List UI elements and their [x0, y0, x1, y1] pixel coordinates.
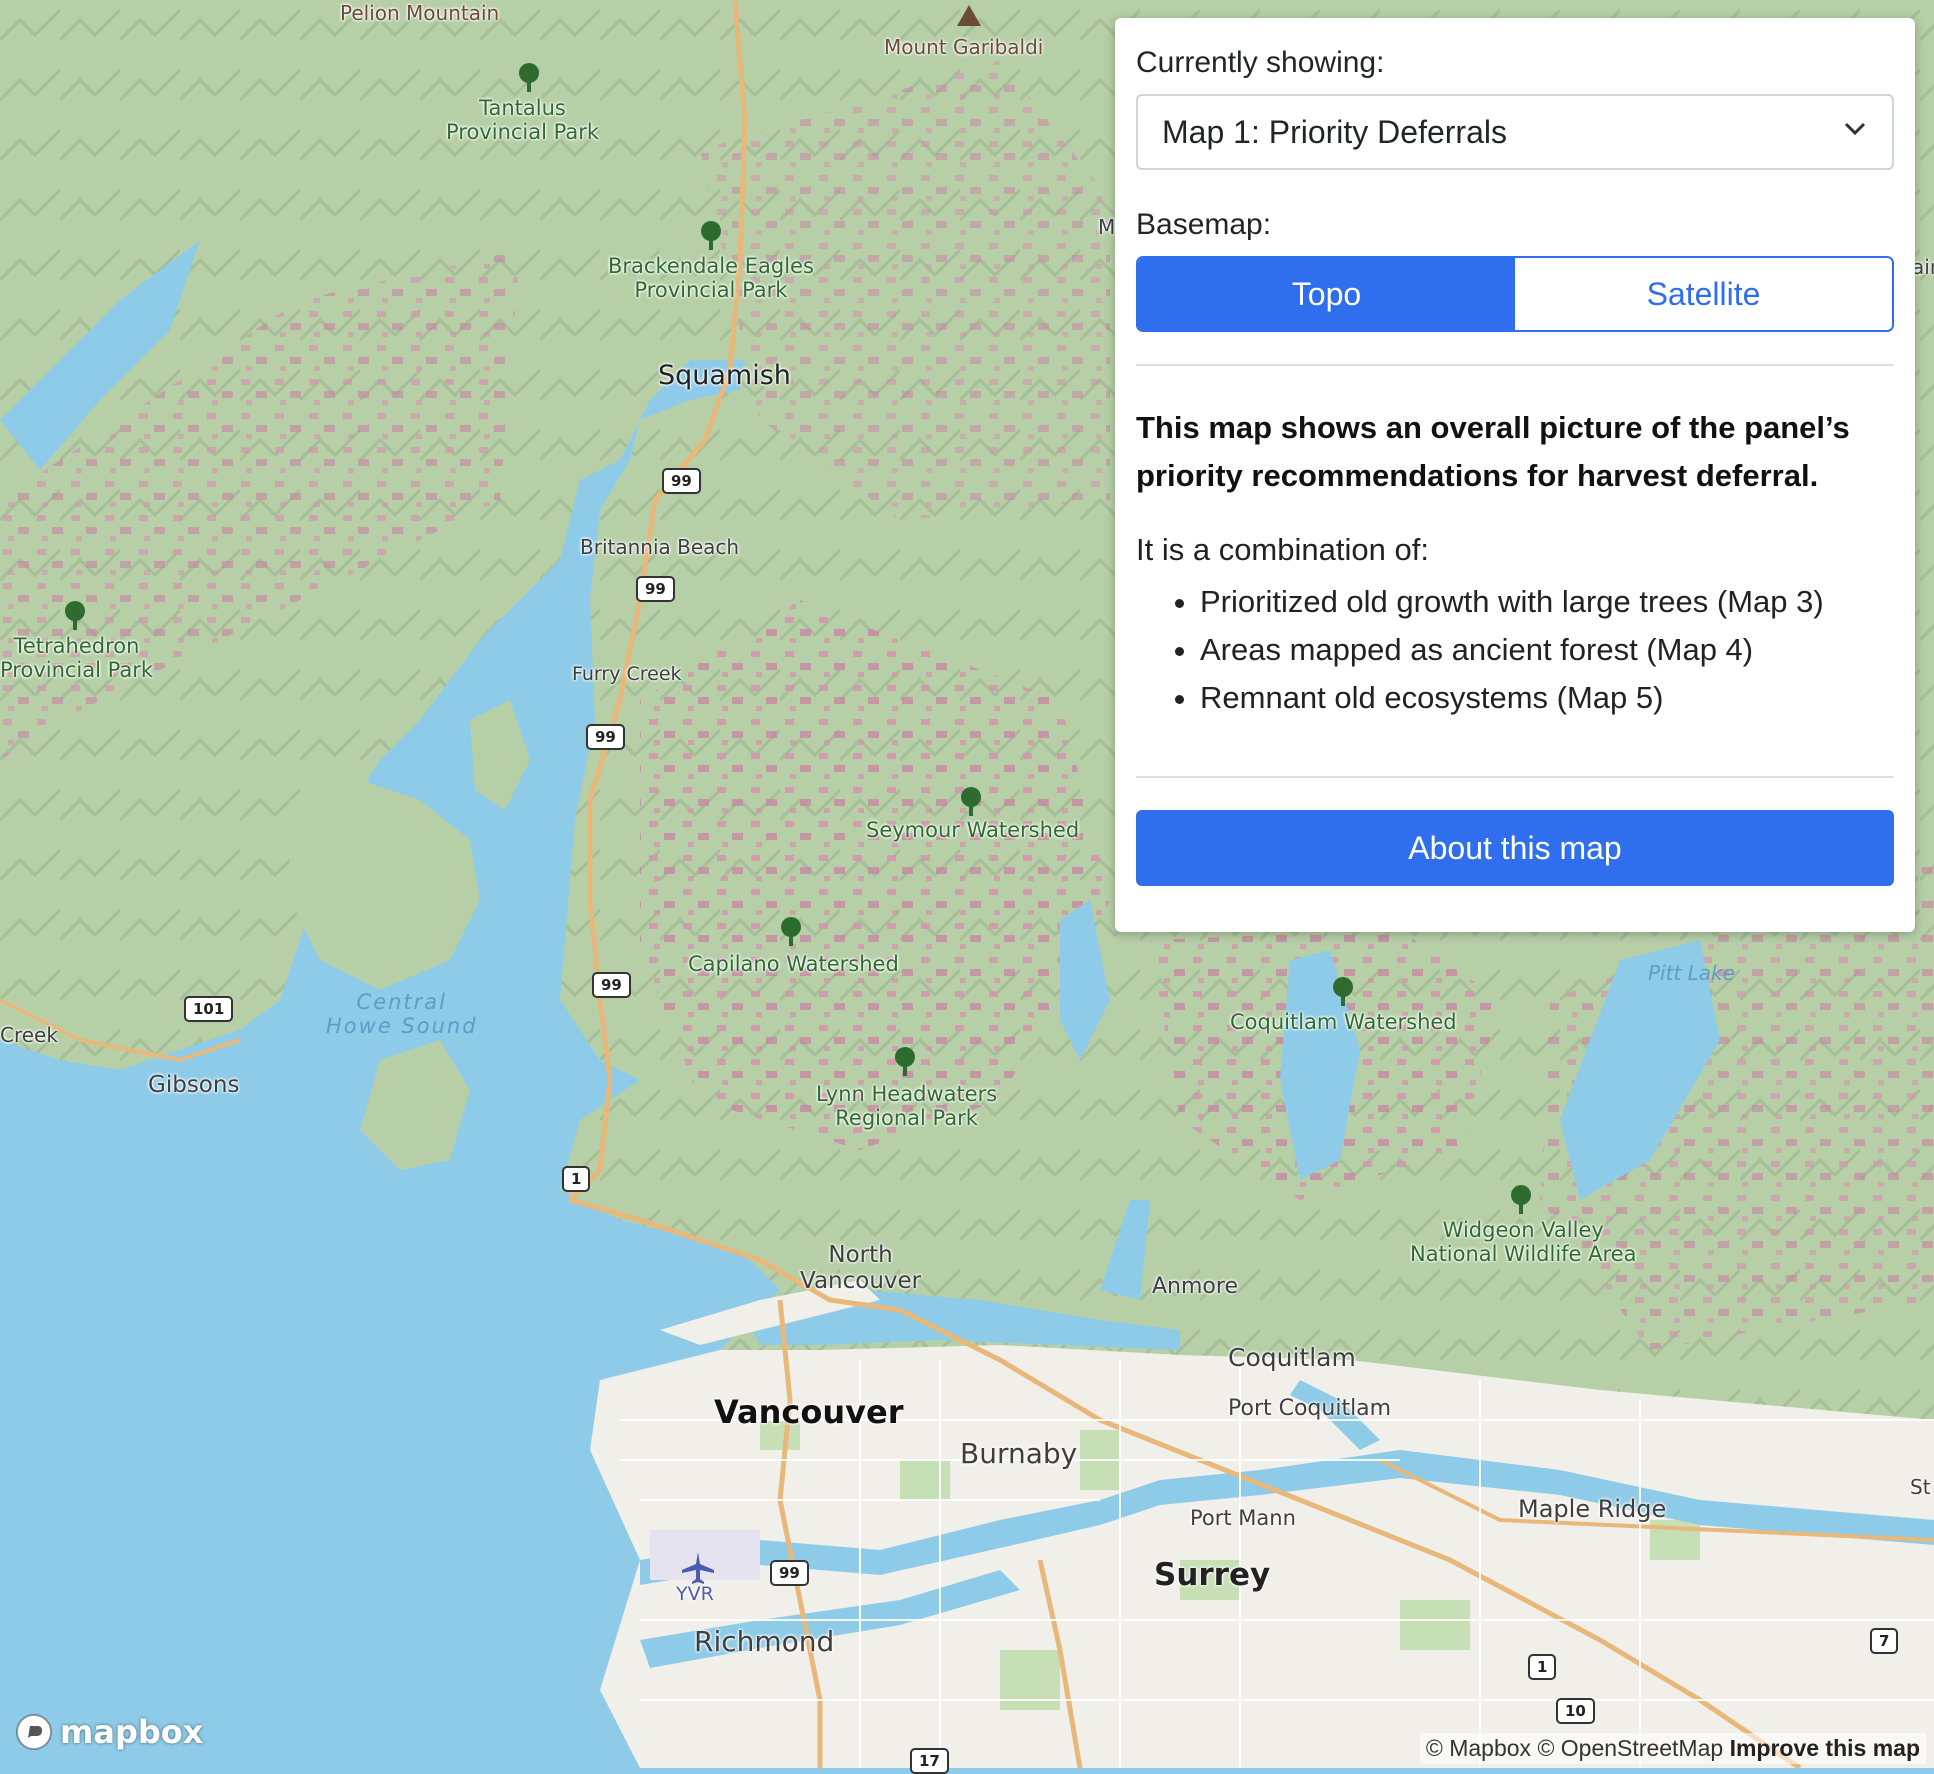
label-anmore: Anmore — [1152, 1274, 1238, 1299]
label-vancouver: Vancouver — [714, 1393, 904, 1431]
highway-shield: 99 — [636, 576, 675, 602]
label-squamish: Squamish — [658, 360, 791, 391]
label-yvr: YVR — [676, 1583, 714, 1605]
basemap-label: Basemap: — [1136, 208, 1272, 241]
basemap-topo-button[interactable]: Topo — [1138, 258, 1515, 330]
improve-map-link[interactable]: Improve this map — [1730, 1735, 1920, 1761]
label-seymour-watershed: Seymour Watershed — [866, 818, 1080, 842]
map-select-value: Map 1: Priority Deferrals — [1162, 114, 1507, 150]
combination-item: Prioritized old growth with large trees … — [1200, 578, 1894, 626]
highway-shield: 1 — [1528, 1654, 1557, 1680]
label-coquitlam-watershed: Coquitlam Watershed — [1230, 1010, 1457, 1034]
label-richmond: Richmond — [694, 1625, 835, 1658]
label-capilano-watershed: Capilano Watershed — [688, 952, 899, 976]
label-port-mann: Port Mann — [1190, 1506, 1296, 1530]
label-brackendale-park: Brackendale Eagles Provincial Park — [608, 254, 814, 303]
map-select-dropdown[interactable]: Map 1: Priority Deferrals — [1136, 94, 1894, 170]
divider — [1136, 776, 1894, 778]
label-lynn-headwaters: Lynn Headwaters Regional Park — [816, 1082, 998, 1131]
mapbox-logo[interactable]: mapbox — [14, 1712, 203, 1752]
mapbox-logo-text: mapbox — [60, 1713, 204, 1751]
map-attribution: © Mapbox © OpenStreetMap Improve this ma… — [1419, 1733, 1926, 1764]
label-burnaby: Burnaby — [960, 1437, 1078, 1470]
park-tree-icon — [1333, 977, 1353, 1006]
label-partial-m: M — [1098, 215, 1116, 239]
chevron-down-icon — [1844, 122, 1866, 136]
label-britannia-beach: Britannia Beach — [580, 535, 740, 559]
label-north-vancouver: North Vancouver — [800, 1242, 922, 1295]
combination-item: Areas mapped as ancient forest (Map 4) — [1200, 626, 1894, 674]
highway-shield: 1 — [562, 1166, 591, 1192]
label-central-howe-sound: Central Howe Sound — [326, 990, 478, 1039]
mapbox-logo-icon — [16, 1714, 52, 1750]
highway-shield: 101 — [184, 996, 234, 1022]
label-furry-creek: Furry Creek — [572, 663, 682, 685]
highway-shield: 7 — [1870, 1628, 1899, 1654]
park-tree-icon — [961, 787, 981, 816]
divider — [1136, 364, 1894, 366]
combination-list: Prioritized old growth with large trees … — [1136, 578, 1894, 722]
label-port-coquitlam: Port Coquitlam — [1228, 1396, 1392, 1421]
highway-shield: 99 — [586, 724, 625, 750]
currently-showing-label: Currently showing: — [1136, 46, 1385, 79]
highway-shield: 99 — [662, 468, 701, 494]
label-pelion-mountain: Pelion Mountain — [340, 1, 500, 25]
about-map-button[interactable]: About this map — [1136, 810, 1894, 886]
park-tree-icon — [65, 601, 85, 630]
highway-shield: 17 — [910, 1748, 949, 1774]
combination-intro: It is a combination of: — [1136, 532, 1429, 567]
combination-item: Remnant old ecosystems (Map 5) — [1200, 674, 1894, 722]
label-tantalus-park: Tantalus Provincial Park — [446, 96, 600, 145]
label-creek: Creek — [0, 1023, 58, 1047]
map-description: This map shows an overall picture of the… — [1136, 410, 1850, 493]
label-gibsons: Gibsons — [148, 1072, 240, 1098]
label-widgeon-valley: Widgeon Valley National Wildlife Area — [1410, 1218, 1637, 1267]
label-surrey: Surrey — [1154, 1557, 1271, 1593]
park-tree-icon — [1511, 1185, 1531, 1214]
label-pitt-lake: Pitt Lake — [1648, 961, 1735, 985]
label-maple-ridge: Maple Ridge — [1518, 1495, 1667, 1523]
park-tree-icon — [781, 917, 801, 946]
mountain-peak-icon — [957, 5, 981, 26]
label-partial-st: St — [1910, 1475, 1931, 1499]
park-tree-icon — [519, 63, 539, 92]
highway-shield: 10 — [1556, 1698, 1595, 1724]
basemap-satellite-button[interactable]: Satellite — [1515, 258, 1892, 330]
park-tree-icon — [701, 221, 721, 250]
label-partial-ain: ain — [1912, 255, 1934, 279]
basemap-toggle: Topo Satellite — [1136, 256, 1894, 332]
park-tree-icon — [895, 1047, 915, 1076]
map-control-panel: Currently showing: Map 1: Priority Defer… — [1115, 18, 1915, 932]
label-tetrahedron-park: Tetrahedron Provincial Park — [0, 634, 154, 683]
highway-shield: 99 — [592, 972, 631, 998]
airport-icon — [682, 1552, 714, 1584]
highway-shield: 99 — [770, 1560, 809, 1586]
label-coquitlam: Coquitlam — [1228, 1343, 1356, 1372]
attribution-osm-link[interactable]: © OpenStreetMap — [1537, 1735, 1723, 1761]
label-mount-garibaldi: Mount Garibaldi — [884, 35, 1044, 59]
attribution-mapbox-link[interactable]: © Mapbox — [1426, 1735, 1531, 1761]
